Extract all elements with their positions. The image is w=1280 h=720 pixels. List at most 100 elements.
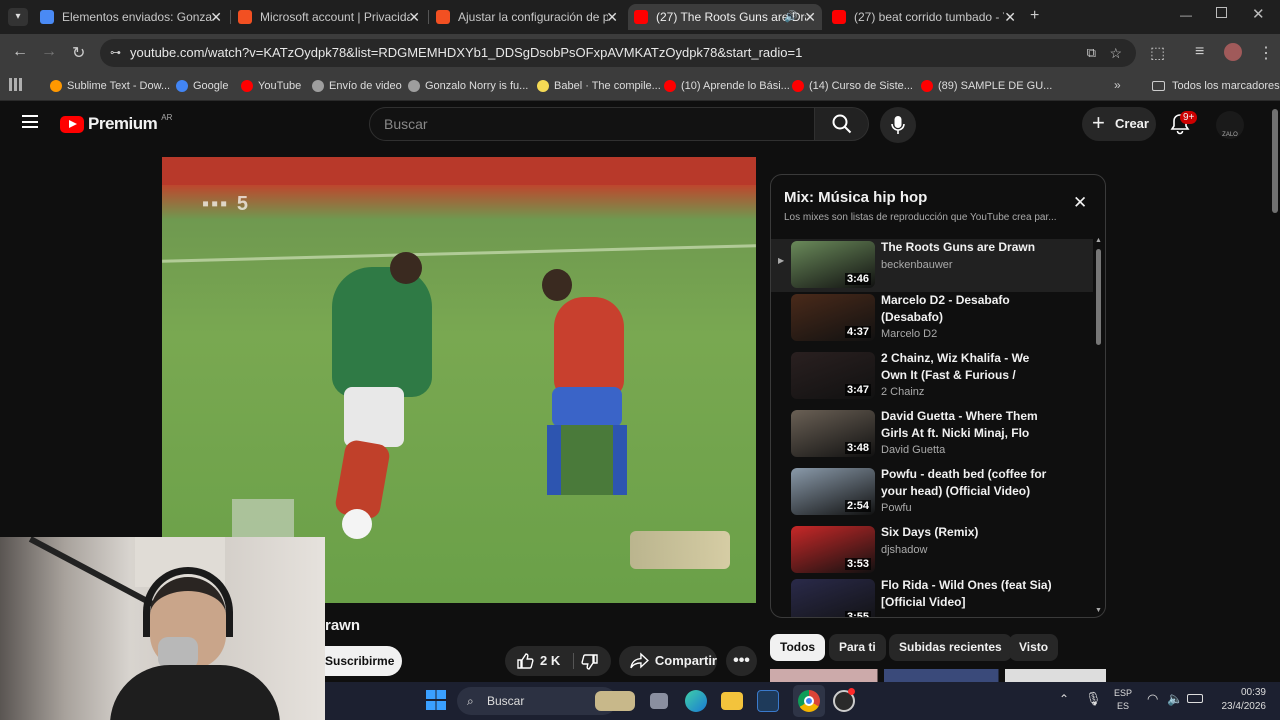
profile-avatar[interactable] [1224,43,1242,61]
playlist-item[interactable]: ▶ 3:46 The Roots Guns are Drawn beckenbauwe… [771,239,1093,292]
hamburger-menu-icon[interactable] [22,115,38,128]
bookmark-item[interactable]: Sublime Text - Dow... [50,76,170,96]
bookmark-label: (14) Curso de Siste... [809,80,913,92]
filter-chip[interactable]: Visto [1009,634,1059,661]
playlist-thumbnail[interactable]: 2:54 [791,468,875,515]
edge-icon[interactable] [685,690,707,712]
bookmark-item[interactable]: Gonzalo Norry is fu... [408,76,528,96]
like-button[interactable]: 2 K [505,646,565,676]
site-info-icon[interactable]: ⊶ [110,39,121,67]
back-icon[interactable]: ← [12,43,28,61]
volume-icon[interactable]: 🔈 [1167,691,1183,707]
browser-tab[interactable]: Microsoft account | Privacidad ✕ [232,4,426,30]
tab-close-icon[interactable]: ✕ [606,9,618,26]
subscribe-button[interactable]: Suscribirme [325,646,402,676]
install-app-icon[interactable]: ⧉ [1087,39,1096,67]
scroll-up-icon[interactable]: ▲ [1095,237,1102,244]
playlist-thumbnail[interactable]: 3:46 [791,241,875,288]
extensions-icon[interactable]: ⬚ [1150,43,1165,63]
account-avatar[interactable]: ZALO [1216,111,1244,139]
browser-tab[interactable]: (27) beat corrido tumbado - Yo ✕ [826,4,1022,30]
playlist-thumbnail[interactable]: 4:37 [791,294,875,341]
reload-icon[interactable]: ↻ [72,43,85,63]
bookmark-item[interactable]: (10) Aprende lo Bási... [664,76,790,96]
playlist-item[interactable]: 3:48 David Guetta - Where Them Girls At f… [771,408,1093,466]
playlist-item[interactable]: 2:54 Powfu - death bed (coffee for your h… [771,466,1093,524]
playlist-item[interactable]: 4:37 Marcelo D2 - Desabafo (Desabafo) Marc… [771,292,1093,350]
playlist-thumbnail[interactable]: 3:55 [791,579,875,617]
apps-grid-icon[interactable] [9,78,22,91]
terminal-icon[interactable] [757,690,779,712]
new-tab-button[interactable]: + [1030,7,1039,25]
maximize-button[interactable] [1216,7,1227,18]
voice-search-button[interactable] [880,107,916,143]
file-explorer-icon[interactable] [721,692,743,710]
more-actions-button[interactable]: ••• [726,646,757,676]
notifications-button[interactable]: 9+ [1170,111,1198,135]
browser-tab[interactable]: Ajustar la configuración de priv ✕ [430,4,624,30]
dislike-button[interactable] [581,652,599,682]
bookmark-item[interactable]: (14) Curso de Siste... [792,76,913,96]
filter-chip[interactable]: Para ti [829,634,886,661]
browser-menu-icon[interactable]: ⋮ [1258,43,1274,63]
logo-text: Premium [88,114,158,133]
address-bar[interactable]: ⊶ youtube.com/watch?v=KATzOydpk78&list=R… [100,39,1136,67]
search-input[interactable]: Buscar [369,107,815,141]
taskbar-search[interactable]: ⌕ Buscar [457,687,635,715]
media-control-icon[interactable]: ≡ [1195,43,1204,61]
bookmark-item[interactable]: (89) SAMPLE DE GU... [921,76,1052,96]
bookmark-star-icon[interactable]: ☆ [1109,39,1122,67]
bookmark-favicon-icon [408,80,420,92]
create-button[interactable]: + Crear [1082,107,1156,141]
language-indicator[interactable]: ESP ES [1114,687,1132,713]
more-bookmarks-icon[interactable]: » [1114,78,1121,92]
battery-icon[interactable] [1187,694,1203,703]
tab-search-button[interactable]: ▾ [8,8,28,26]
youtube-logo[interactable]: Premium AR [60,113,172,134]
notification-badge: 9+ [1180,111,1198,124]
share-button[interactable]: Compartir [619,646,717,676]
share-icon [630,652,649,669]
forward-icon[interactable]: → [41,43,57,61]
playlist-item[interactable]: 3:55 Flo Rida - Wild Ones (feat Sia) [Off… [771,577,1093,617]
search-icon: ⌕ [467,694,474,708]
filter-chip[interactable]: Todos [770,634,826,661]
tab-close-icon[interactable]: ✕ [1004,9,1016,26]
search-button[interactable] [815,107,869,141]
scroll-down-icon[interactable]: ▼ [1095,607,1102,614]
close-window-button[interactable]: ✕ [1252,5,1265,23]
tab-close-icon[interactable]: ✕ [210,9,222,26]
playlist-title: Mix: Música hip hop [784,189,928,206]
close-playlist-button[interactable]: ✕ [1073,193,1087,213]
tray-mic-icon[interactable]: 🎙 [1085,691,1102,707]
tab-close-icon[interactable]: ✕ [408,9,420,26]
youtube-header: Premium AR Buscar + Crear 9+ ZALO [0,101,1270,147]
bookmark-label: (89) SAMPLE DE GU... [938,80,1053,92]
playlist-thumbnail[interactable]: 3:47 [791,352,875,399]
browser-toolbar: ← → ↻ ⊶ youtube.com/watch?v=KATzOydpk78&… [0,34,1280,72]
tab-audio-icon[interactable]: 🔊 [784,10,798,23]
page-scrollbar[interactable] [1270,101,1280,682]
wifi-icon[interactable]: ◠ [1147,691,1158,707]
playlist-item[interactable]: 3:53 Six Days (Remix) djshadow [771,524,1093,577]
all-bookmarks-folder[interactable]: Todos los marcadores [1152,76,1280,96]
minimize-button[interactable]: — [1180,8,1192,22]
browser-tab[interactable]: Elementos enviados: Gonzalo E✕ [34,4,228,30]
ball [342,509,372,539]
tab-close-icon[interactable]: ✕ [804,9,816,26]
playlist-thumbnail[interactable]: 3:48 [791,410,875,457]
bookmark-item[interactable]: Babel · The compile... [537,76,661,96]
bookmark-item[interactable]: YouTube [241,76,301,96]
bookmark-label: YouTube [258,80,302,92]
bookmark-item[interactable]: Google [176,76,228,96]
playlist-thumbnail[interactable]: 3:53 [791,526,875,573]
task-view-icon[interactable] [650,693,668,709]
filter-chip[interactable]: Subidas recientes [889,634,1012,661]
start-button[interactable] [426,690,446,710]
clock[interactable]: 00:39 23/4/2026 [1211,686,1267,714]
browser-tab[interactable]: (27) The Roots Guns are Dra 🔊 ✕ [628,4,822,30]
bookmark-item[interactable]: Envío de video [312,76,402,96]
playlist-scrollbar[interactable]: ▲ ▼ [1094,237,1104,617]
tray-chevron-icon[interactable]: ⌃ [1059,692,1069,706]
playlist-item[interactable]: 3:47 2 Chainz, Wiz Khalifa - We Own It (F… [771,350,1093,408]
